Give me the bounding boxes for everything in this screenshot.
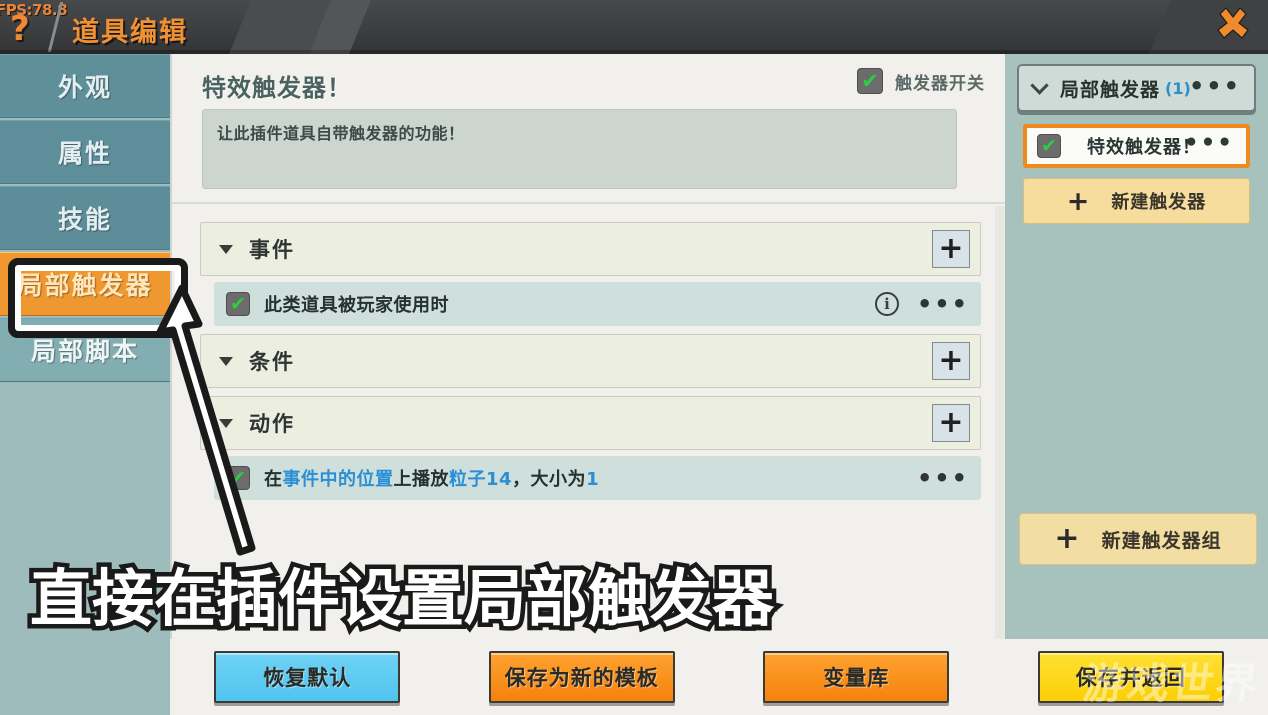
action-row-checkbox[interactable]: ✔ <box>226 466 250 490</box>
action-text-segment-link[interactable]: 事件中的位置 <box>283 469 394 490</box>
save-and-return-button[interactable]: 保存并返回 <box>1037 651 1224 703</box>
sidebar: 外观 属性 技能 局部触发器 局部脚本 <box>0 54 170 715</box>
action-text-segment: 在 <box>264 469 283 490</box>
action-text-segment: ，大小为 <box>512 469 587 490</box>
sidebar-item-skills[interactable]: 技能 <box>0 186 170 250</box>
trigger-description-field[interactable]: 让此插件道具自带触发器的功能！ <box>202 109 957 189</box>
trigger-group-more-icon[interactable]: ••• <box>1189 72 1241 100</box>
chevron-down-icon <box>219 418 233 428</box>
event-row-checkbox[interactable]: ✔ <box>226 292 250 316</box>
sections-container: 事件 + ✔ 此类道具被玩家使用时 i ••• 条件 + 动作 + ✔ 在事件中… <box>172 204 1005 500</box>
info-icon[interactable]: i <box>874 292 899 316</box>
main-panel: 特效触发器！ ✔ 触发器开关 让此插件道具自带触发器的功能！ 事件 + ✔ 此类… <box>170 54 1005 639</box>
event-row-label: 此类道具被玩家使用时 <box>264 291 449 317</box>
main-panel-scrollbar[interactable] <box>995 206 1005 639</box>
trigger-group-title: 局部触发器 <box>1060 78 1161 101</box>
trigger-item-checkbox[interactable]: ✔ <box>1037 134 1061 158</box>
add-event-button[interactable]: + <box>932 230 970 268</box>
sidebar-empty-area <box>0 454 170 715</box>
sidebar-item-label: 技能 <box>57 205 112 234</box>
trigger-group-count: (1) <box>1165 78 1191 98</box>
event-row-more-icon[interactable]: ••• <box>917 292 969 316</box>
sidebar-item-attributes[interactable]: 属性 <box>0 120 170 184</box>
action-row[interactable]: ✔ 在事件中的位置上播放粒子14，大小为1 ••• <box>214 456 981 500</box>
variable-library-button[interactable]: 变量库 <box>763 651 950 703</box>
section-title: 条件 <box>249 350 295 374</box>
action-text-segment-link[interactable]: 粒子14 <box>449 469 512 490</box>
add-condition-button[interactable]: + <box>932 342 970 380</box>
section-header-actions[interactable]: 动作 + <box>200 396 981 450</box>
app-root: FPS:78.8 ? 道具编辑 外观 属性 技能 局部触发器 局部脚本 特效触发… <box>0 0 1268 715</box>
bottom-button-bar: 恢复默认 保存为新的模板 变量库 保存并返回 <box>170 639 1268 715</box>
sidebar-item-label: 外观 <box>57 73 112 102</box>
action-row-actions: ••• <box>917 456 969 500</box>
section-title: 事件 <box>249 238 295 262</box>
trigger-group-header[interactable]: 局部触发器 (1) ••• <box>1017 64 1256 112</box>
chevron-down-icon <box>219 356 233 366</box>
event-row[interactable]: ✔ 此类道具被玩家使用时 i ••• <box>214 282 981 326</box>
action-text-segment: 上播放 <box>393 469 449 490</box>
action-row-more-icon[interactable]: ••• <box>917 466 969 490</box>
trigger-switch-label: 触发器开关 <box>895 73 985 94</box>
trigger-item-more-icon[interactable]: ••• <box>1184 130 1234 156</box>
section-header-conditions[interactable]: 条件 + <box>200 334 981 388</box>
sidebar-item-local-scripts[interactable]: 局部脚本 <box>0 318 170 382</box>
new-trigger-group-button[interactable]: + 新建触发器组 <box>1019 513 1257 565</box>
chevron-down-icon <box>1030 76 1049 95</box>
right-panel: 局部触发器 (1) ••• ✔ 特效触发器！ ••• + 新建触发器 + 新建触… <box>1005 54 1268 639</box>
page-title: 道具编辑 <box>72 17 188 48</box>
sidebar-item-label: 属性 <box>57 139 112 168</box>
save-as-new-template-button[interactable]: 保存为新的模板 <box>488 651 675 703</box>
trigger-switch-checkbox[interactable]: ✔ <box>857 68 883 94</box>
trigger-switch-group: ✔ 触发器开关 <box>857 68 985 94</box>
trigger-list-item[interactable]: ✔ 特效触发器！ ••• <box>1023 124 1250 168</box>
chevron-down-icon <box>219 244 233 254</box>
new-trigger-label: 新建触发器 <box>1111 192 1207 213</box>
new-trigger-button[interactable]: + 新建触发器 <box>1023 178 1250 224</box>
action-text-segment-link[interactable]: 1 <box>586 469 599 490</box>
question-mark-icon[interactable]: ? <box>10 12 30 46</box>
add-action-button[interactable]: + <box>932 404 970 442</box>
event-row-actions: i ••• <box>874 282 969 326</box>
sidebar-item-label: 局部触发器 <box>17 271 153 300</box>
new-trigger-group-label: 新建触发器组 <box>1101 529 1222 552</box>
sidebar-item-label: 局部脚本 <box>30 337 139 366</box>
section-header-events[interactable]: 事件 + <box>200 222 981 276</box>
title-bar: FPS:78.8 ? 道具编辑 <box>0 0 1268 54</box>
restore-default-button[interactable]: 恢复默认 <box>214 651 401 703</box>
main-panel-header: 特效触发器！ ✔ 触发器开关 让此插件道具自带触发器的功能！ <box>172 54 1005 204</box>
action-row-label: 在事件中的位置上播放粒子14，大小为1 <box>264 465 599 491</box>
plus-icon: + <box>1054 521 1080 556</box>
close-x-icon[interactable] <box>1210 6 1256 50</box>
event-text-segment: 此类道具被玩家使用时 <box>264 295 449 316</box>
sidebar-item-local-triggers[interactable]: 局部触发器 <box>0 252 170 316</box>
section-title: 动作 <box>249 412 295 436</box>
sidebar-item-appearance[interactable]: 外观 <box>0 54 170 118</box>
plus-icon: + <box>1066 185 1090 217</box>
